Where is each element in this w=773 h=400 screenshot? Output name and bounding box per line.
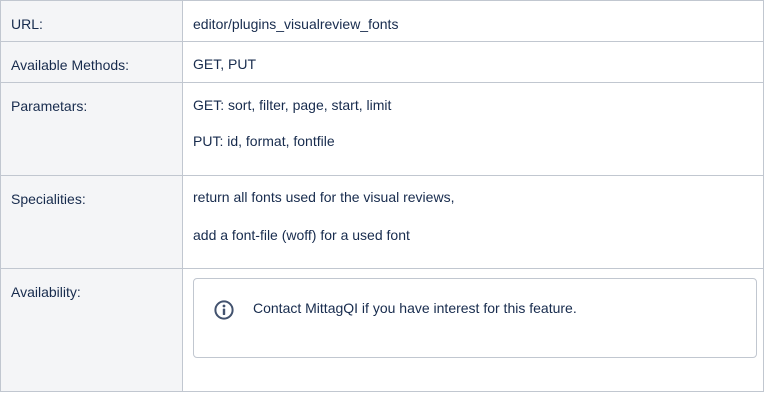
key-cell: Specialities: [0,175,183,269]
methods-value: GET, PUT [193,56,257,72]
put-params-value: PUT: id, format, fontfile [193,133,335,149]
info-icon [214,300,234,320]
key-label: URL: [11,16,43,32]
value-cell: GET, PUT [182,41,764,83]
speciality-value: return all fonts used for the visual rev… [193,189,455,205]
row-specialities: Specialities: return all fonts used for … [0,175,764,269]
value-cell: Contact MittagQI if you have interest fo… [182,268,764,392]
key-cell: Parametars: [0,82,183,176]
key-label: Specialities: [11,191,86,207]
api-spec-table: URL: editor/plugins_visualreview_fonts A… [0,0,764,392]
key-label: Availability: [11,284,81,300]
key-label: Parametars: [11,98,88,114]
row-available-methods: Available Methods: GET, PUT [0,41,764,83]
value-cell: GET: sort, filter, page, start, limit PU… [182,82,764,176]
value-cell: editor/plugins_visualreview_fonts [182,0,764,42]
url-value: editor/plugins_visualreview_fonts [193,16,399,32]
key-cell: URL: [0,0,183,42]
value-cell: return all fonts used for the visual rev… [182,175,764,269]
row-url: URL: editor/plugins_visualreview_fonts [0,0,764,42]
row-parameters: Parametars: GET: sort, filter, page, sta… [0,82,764,176]
info-message: Contact MittagQI if you have interest fo… [253,300,577,316]
get-params-value: GET: sort, filter, page, start, limit [193,97,392,113]
speciality-value: add a font-file (woff) for a used font [193,227,410,243]
row-availability: Availability: Contact MittagQI if you ha… [0,268,764,392]
key-label: Available Methods: [11,57,130,73]
key-cell: Availability: [0,268,183,392]
info-panel: Contact MittagQI if you have interest fo… [193,278,757,358]
key-cell: Available Methods: [0,41,183,83]
